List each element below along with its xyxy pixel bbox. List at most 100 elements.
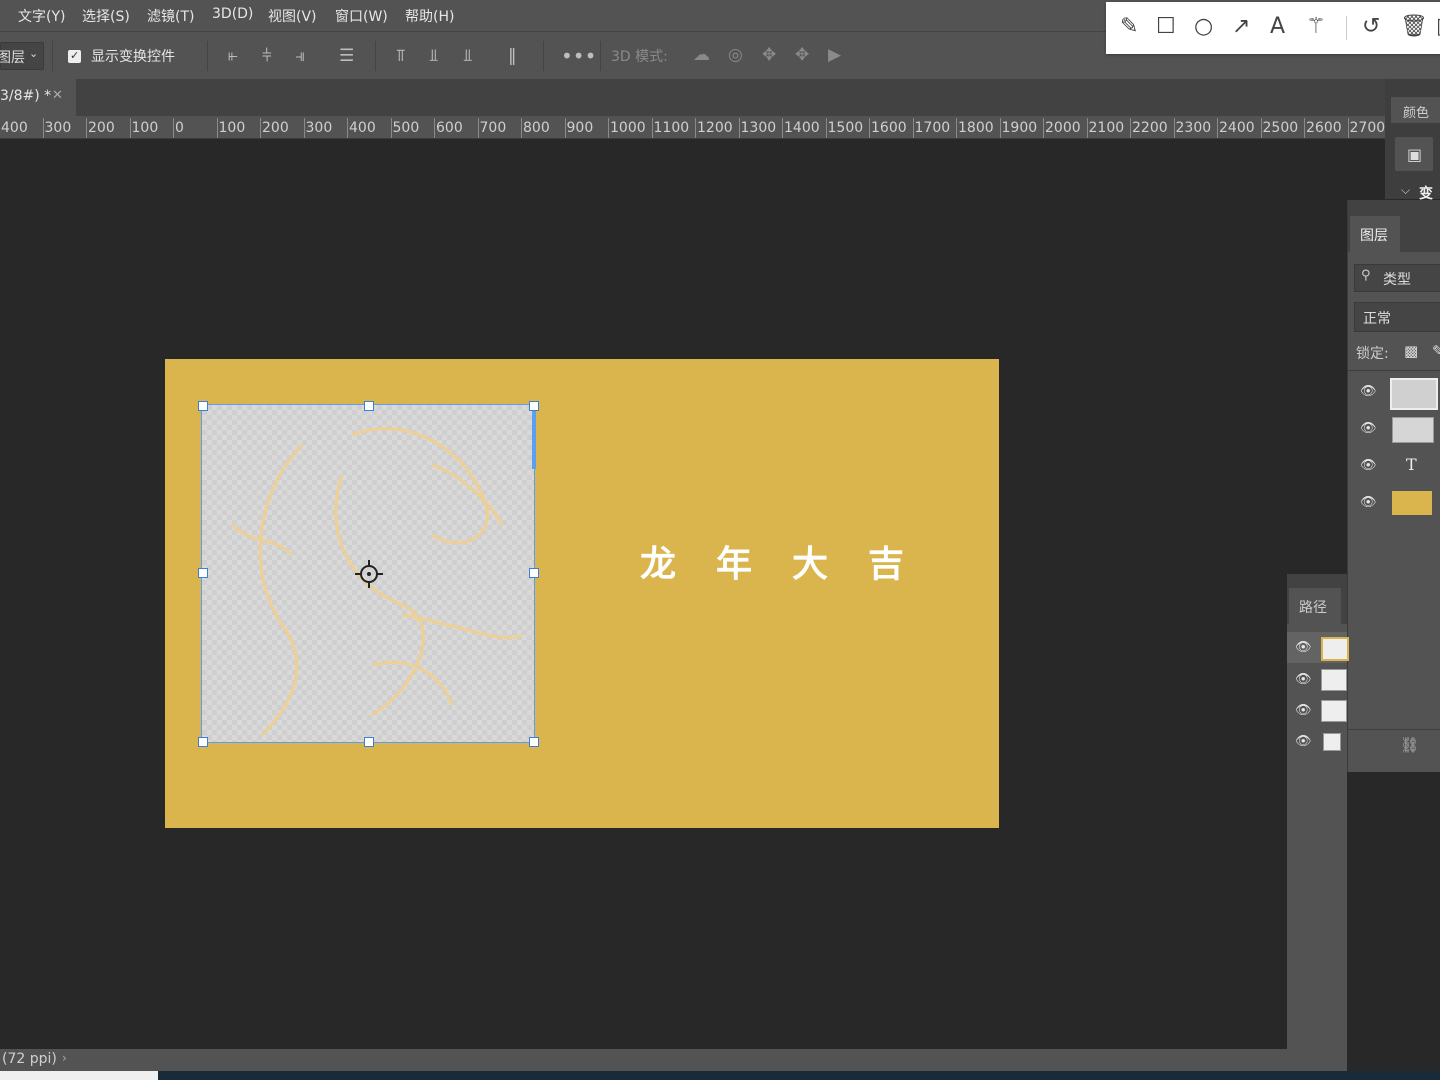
menu-3d[interactable]: 3D(D): [212, 6, 253, 22]
3d-roll-icon[interactable]: ◎: [728, 45, 743, 65]
menu-type[interactable]: 文字(Y): [18, 6, 65, 26]
tab-paths[interactable]: 路径: [1289, 588, 1341, 624]
circle-icon[interactable]: ○: [1194, 14, 1213, 40]
menu-window[interactable]: 窗口(W): [335, 6, 388, 26]
menu-view[interactable]: 视图(V): [268, 6, 317, 26]
divider: [1348, 729, 1440, 730]
align-right-icon[interactable]: ⫣: [295, 46, 305, 66]
align-center-h-icon[interactable]: ⫩: [262, 46, 272, 66]
chevron-right-icon[interactable]: ›: [62, 1051, 67, 1065]
chevron-down-icon[interactable]: ⌵: [1401, 183, 1410, 198]
ruler-tick: [521, 118, 522, 138]
layer-thumbnail: [1390, 378, 1438, 410]
transform-handle-t[interactable]: [364, 401, 374, 411]
tab-color[interactable]: 颜色: [1391, 97, 1440, 123]
ruler-tick: [1043, 118, 1044, 138]
lock-transparent-icon[interactable]: ▩: [1404, 342, 1418, 360]
more-options-icon[interactable]: •••: [561, 44, 596, 68]
path-thumbnail: [1321, 637, 1349, 661]
pencil-icon[interactable]: ✎: [1120, 14, 1138, 40]
transform-handle-b[interactable]: [364, 737, 374, 747]
transform-handle-bl[interactable]: [198, 737, 208, 747]
eye-icon[interactable]: 👁: [1295, 734, 1312, 749]
reference-point-icon[interactable]: [354, 559, 384, 589]
tab-layers[interactable]: 图层: [1350, 216, 1400, 252]
ruler-label: 500: [392, 120, 420, 136]
align-middle-v-icon[interactable]: ⫫: [429, 46, 439, 66]
eye-icon[interactable]: 👁: [1360, 458, 1377, 473]
ruler-label: 2300: [1175, 120, 1212, 136]
ruler-tick: [477, 118, 479, 138]
ruler-label: 300: [44, 120, 72, 136]
auto-select-dropdown[interactable]: 图层 ⌄: [0, 42, 44, 70]
search-filter-label: 类型: [1383, 272, 1411, 288]
transform-handle-l[interactable]: [198, 568, 208, 578]
ruler-tick: [912, 118, 914, 138]
align-left-icon[interactable]: ⫦: [228, 46, 238, 66]
rectangle-icon[interactable]: ☐: [1156, 14, 1176, 40]
resolution-readout: (72 ppi): [2, 1051, 57, 1067]
text-icon[interactable]: A: [1270, 14, 1285, 40]
trash-icon[interactable]: 🗑: [1400, 14, 1428, 40]
path-row[interactable]: 👁: [1287, 726, 1347, 757]
ruler-label: 300: [305, 120, 333, 136]
distribute-v-icon[interactable]: ‖: [508, 46, 517, 66]
eye-icon[interactable]: 👁: [1295, 703, 1312, 718]
lock-paint-icon[interactable]: ✎: [1432, 342, 1440, 360]
transform-handle-tl[interactable]: [198, 401, 208, 411]
ruler-label: 2500: [1262, 120, 1299, 136]
3d-slide-icon[interactable]: ✥: [795, 45, 809, 65]
extra-tool-icon[interactable]: ▯: [1436, 14, 1440, 40]
transform-handle-r[interactable]: [529, 568, 539, 578]
ruler-tick: [86, 118, 87, 138]
align-bottom-icon[interactable]: ⫫: [463, 46, 473, 66]
distribute-h-icon[interactable]: ☰: [339, 46, 354, 66]
greeting-text-layer[interactable]: 龙年大吉: [640, 535, 944, 587]
menu-select[interactable]: 选择(S): [82, 6, 130, 26]
menu-help[interactable]: 帮助(H): [405, 6, 454, 26]
ruler-label: 400: [349, 120, 376, 136]
image-panel-icon[interactable]: ▣: [1395, 137, 1433, 171]
path-row[interactable]: 👁: [1287, 695, 1347, 726]
magic-wand-icon[interactable]: ⚚: [1306, 14, 1326, 40]
close-icon[interactable]: ✕: [52, 88, 63, 103]
path-row[interactable]: 👁: [1287, 632, 1349, 663]
ruler-label: 0: [175, 120, 184, 136]
taskbar-start-area[interactable]: [0, 1071, 158, 1080]
transform-handle-tr[interactable]: [529, 401, 539, 411]
show-transform-checkbox[interactable]: ✓: [68, 49, 81, 63]
divider: [600, 41, 601, 71]
layer-row[interactable]: 👁: [1348, 374, 1440, 410]
undo-icon[interactable]: ↺: [1362, 14, 1380, 40]
layer-search-filter[interactable]: ⚲ 类型: [1354, 264, 1440, 292]
link-layers-icon[interactable]: ⛓: [1400, 736, 1419, 754]
ruler-tick: [1260, 118, 1262, 138]
ruler-tick: [869, 118, 870, 138]
arrow-icon[interactable]: ↗: [1232, 14, 1250, 40]
path-row[interactable]: 👁: [1287, 664, 1347, 695]
ruler-label: 700: [479, 120, 507, 136]
transform-handle-br[interactable]: [529, 737, 539, 747]
blend-mode-dropdown[interactable]: 正常: [1354, 302, 1440, 332]
taskbar: [0, 1071, 1440, 1080]
eye-icon[interactable]: 👁: [1360, 421, 1377, 436]
layer-row[interactable]: 👁: [1348, 411, 1440, 447]
menu-filter[interactable]: 滤镜(T): [147, 6, 194, 26]
layer-row[interactable]: 👁 T: [1348, 448, 1440, 484]
document-tab[interactable]: 3/8#) * ✕: [0, 79, 76, 116]
3d-orbit-icon[interactable]: ☁: [693, 45, 710, 65]
layer-row[interactable]: 👁: [1348, 485, 1440, 521]
align-top-icon[interactable]: ⫪: [396, 46, 406, 66]
3d-pan-icon[interactable]: ✥: [762, 45, 776, 65]
eye-icon[interactable]: 👁: [1295, 672, 1312, 687]
tab-color-label: 颜色: [1403, 106, 1430, 121]
layers-panel: 图层 ⚲ 类型 正常 锁定: ▩ ✎ 👁 👁 👁 T 👁 ⛓: [1347, 200, 1440, 772]
background-layer-thumbnail: [1392, 491, 1432, 515]
divider: [1348, 370, 1440, 371]
ruler-tick: [260, 118, 261, 138]
eye-icon[interactable]: 👁: [1360, 384, 1377, 399]
ruler-label: 1800: [958, 120, 994, 136]
eye-icon[interactable]: 👁: [1295, 640, 1312, 655]
3d-camera-icon[interactable]: ▶: [828, 45, 841, 65]
eye-icon[interactable]: 👁: [1360, 495, 1377, 510]
